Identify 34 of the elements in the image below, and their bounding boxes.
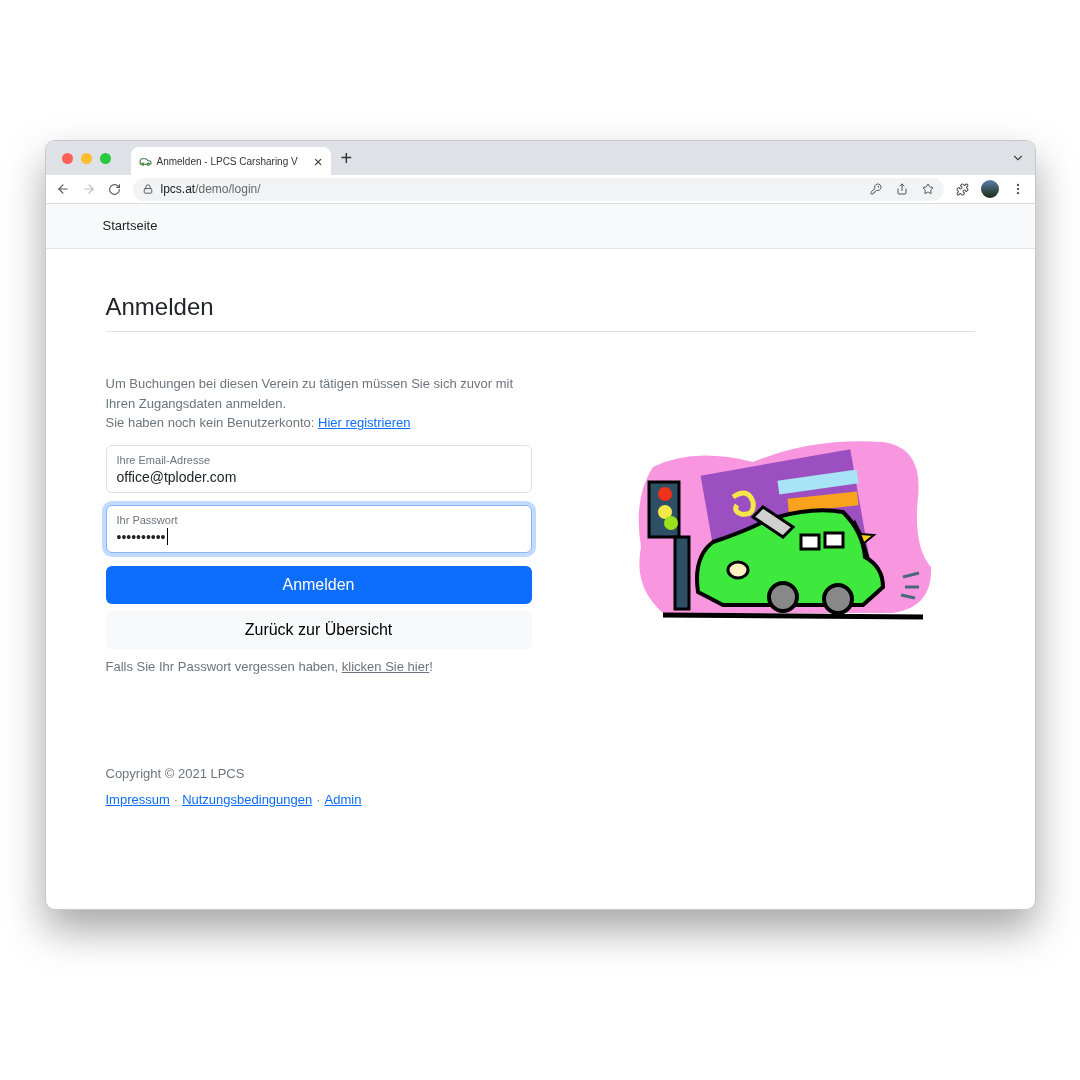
profile-avatar[interactable] bbox=[980, 180, 999, 198]
back-icon[interactable] bbox=[55, 182, 70, 196]
field-label: Ihre Email-Adresse bbox=[116, 452, 212, 467]
footer-link[interactable]: Admin bbox=[324, 789, 362, 809]
field-label: Ihr Passwort bbox=[116, 512, 179, 527]
input-field[interactable]: Ihr Passwort •••••••••• bbox=[105, 504, 532, 553]
link-separator: · bbox=[173, 790, 179, 809]
navbar-brand-link[interactable]: Startseite bbox=[102, 216, 158, 236]
register-link[interactable]: Hier registrieren bbox=[318, 415, 411, 430]
link-separator: · bbox=[316, 790, 321, 809]
field-value: •••••••••• bbox=[116, 527, 169, 547]
field-value: office@tploder.com bbox=[116, 467, 238, 487]
extensions-icon[interactable] bbox=[955, 182, 969, 196]
login-button[interactable]: Anmelden bbox=[105, 565, 532, 604]
url-text: lpcs.at/demo/login/ bbox=[160, 181, 262, 198]
input-field[interactable]: Ihre Email-Adresse office@tploder.com bbox=[105, 444, 532, 493]
tab-title: Anmelden - LPCS Carsharing V bbox=[156, 154, 299, 169]
share-icon[interactable] bbox=[895, 183, 908, 195]
footer-link[interactable]: Nutzungsbedingungen bbox=[182, 789, 313, 809]
key-icon[interactable] bbox=[869, 183, 882, 195]
tab-close-button[interactable]: × bbox=[313, 153, 323, 169]
address-bar[interactable]: lpcs.at/demo/login/ bbox=[132, 177, 944, 201]
intro-text: Um Buchungen bei diesen Verein zu tätigen müssen Sie sich zuvor mit Ihren Zugangsdaten anmelden. Sie haben noch kein Benutzerkonto: Hier registrieren bbox=[105, 375, 515, 432]
text-cursor bbox=[166, 528, 168, 545]
lock-icon bbox=[142, 184, 153, 194]
new-tab-button[interactable]: + bbox=[340, 148, 353, 168]
browser-tab[interactable]: Anmelden - LPCS Carsharing V × bbox=[130, 147, 331, 175]
bookmark-star-icon[interactable] bbox=[921, 183, 934, 195]
forgot-password-text: Falls Sie Ihr Passwort vergessen haben, klicken Sie hier! bbox=[105, 657, 434, 676]
back-button[interactable]: Zurück zur Übersicht bbox=[105, 610, 532, 649]
copyright-text: Copyright © 2021 LPCS bbox=[105, 765, 246, 783]
page-title: Anmelden bbox=[105, 289, 975, 332]
reload-icon[interactable] bbox=[107, 182, 121, 196]
footer-link[interactable]: Impressum bbox=[105, 789, 170, 809]
